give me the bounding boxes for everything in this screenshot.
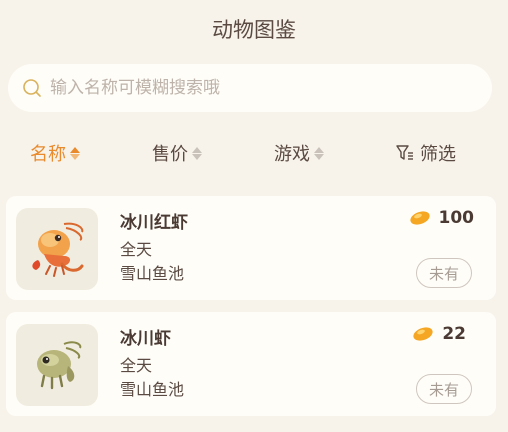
list-item[interactable]: 冰川虾 全天 雪山鱼池 22 未有 bbox=[6, 312, 496, 416]
price: 22 bbox=[412, 324, 466, 344]
search-bar[interactable] bbox=[8, 64, 492, 112]
animal-thumbnail bbox=[16, 208, 98, 290]
sort-game-label: 游戏 bbox=[274, 144, 310, 165]
location: 雪山鱼池 bbox=[120, 380, 185, 399]
animal-name: 冰川虾 bbox=[120, 329, 171, 349]
search-icon bbox=[23, 79, 41, 97]
page-title: 动物图鉴 bbox=[212, 18, 296, 42]
sort-by-name[interactable]: 名称 bbox=[30, 140, 80, 166]
sort-price-label: 售价 bbox=[152, 144, 188, 165]
active-time: 全天 bbox=[120, 240, 153, 259]
price-value: 22 bbox=[442, 324, 466, 344]
filter-button[interactable]: 筛选 bbox=[396, 140, 456, 166]
sort-by-price[interactable]: 售价 bbox=[152, 140, 202, 166]
animal-thumbnail bbox=[16, 324, 98, 406]
sort-arrows-icon bbox=[70, 146, 80, 160]
search-input[interactable] bbox=[50, 78, 450, 98]
collection-status-button[interactable]: 未有 bbox=[416, 258, 472, 288]
price-value: 100 bbox=[438, 208, 475, 228]
price: 100 bbox=[409, 208, 475, 228]
sort-arrows-icon bbox=[314, 146, 324, 160]
green-shrimp-icon bbox=[37, 341, 82, 390]
active-time: 全天 bbox=[120, 356, 153, 375]
sort-name-label: 名称 bbox=[30, 144, 66, 165]
red-shrimp-icon bbox=[32, 222, 84, 277]
location: 雪山鱼池 bbox=[120, 264, 185, 283]
sort-arrows-icon bbox=[192, 146, 202, 160]
bell-coin-icon bbox=[413, 327, 433, 341]
sort-bar: 名称 售价 游戏 筛选 bbox=[0, 140, 508, 170]
list-item[interactable]: 冰川红虾 全天 雪山鱼池 100 未有 bbox=[6, 196, 496, 300]
bell-coin-icon bbox=[409, 211, 430, 225]
filter-label: 筛选 bbox=[420, 144, 456, 165]
sort-by-game[interactable]: 游戏 bbox=[274, 140, 324, 166]
collection-status-button[interactable]: 未有 bbox=[416, 374, 472, 404]
animal-name: 冰川红虾 bbox=[120, 213, 188, 233]
filter-icon bbox=[396, 145, 413, 160]
